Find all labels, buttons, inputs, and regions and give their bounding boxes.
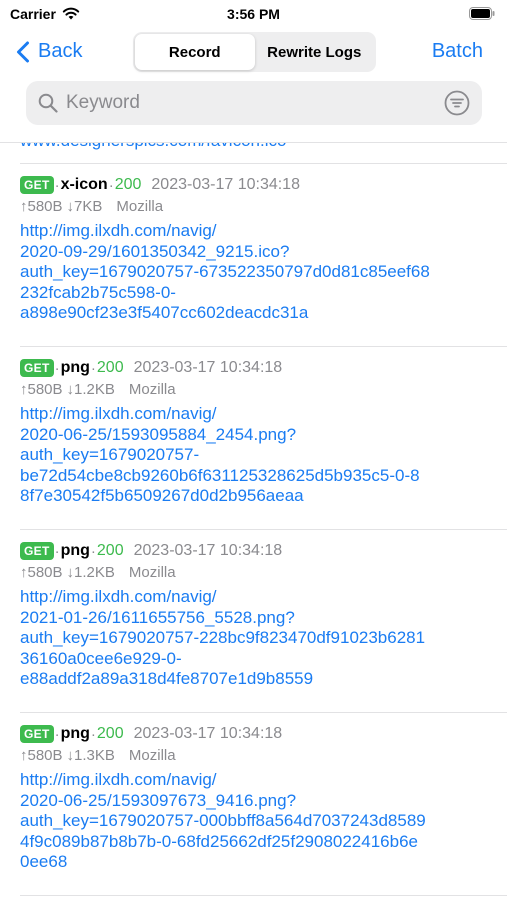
record-time: 2023-03-17 10:34:18	[133, 359, 283, 376]
clock: 3:56 PM	[227, 6, 280, 22]
upload-size: ↑580B	[20, 747, 63, 764]
record-summary: GET · png · 200 2023-03-17 10:34:18	[20, 723, 282, 745]
record-type: png	[60, 725, 90, 742]
download-size: ↓1.2KB	[66, 564, 115, 581]
separator: ·	[90, 542, 96, 560]
separator: ·	[54, 176, 60, 194]
upload-size: ↑580B	[20, 198, 63, 215]
status-code: 200	[96, 542, 124, 559]
chevron-left-icon	[17, 41, 29, 62]
method-badge: GET	[20, 725, 54, 743]
url-line: 8f7e30542f5b6509267d0d2b956aeaa	[20, 486, 304, 505]
url-line: 232fcab2b75c598-0-	[20, 282, 176, 302]
row-divider	[20, 163, 507, 164]
record-summary: GET · png · 200 2023-03-17 10:34:18	[20, 357, 282, 379]
download-size: ↓7KB	[66, 198, 103, 215]
download-size: ↓1.3KB	[66, 747, 115, 764]
user-agent: Mozilla	[128, 564, 176, 581]
row-divider	[20, 529, 507, 530]
filter-icon[interactable]	[444, 90, 470, 116]
back-label: Back	[38, 40, 83, 62]
record-meta: ↑580B ↓1.3KB Mozilla	[20, 747, 180, 764]
search-bar	[26, 81, 482, 125]
url-line: 2021-01-26/1611655756_5528.png?	[20, 607, 295, 627]
separator: ·	[54, 725, 60, 743]
tab-record[interactable]: Record	[135, 34, 255, 70]
row-divider	[20, 712, 507, 713]
url-line: 4f9c089b87b8b7b-0-68fd25662df25f29080224…	[20, 831, 418, 851]
record-meta: ↑580B ↓7KB Mozilla	[20, 198, 167, 215]
url-line: http://img.ilxdh.com/navig/	[20, 221, 217, 240]
record-type: png	[60, 542, 90, 559]
record-meta: ↑580B ↓1.2KB Mozilla	[20, 564, 180, 581]
record-time: 2023-03-17 10:34:18	[133, 725, 283, 742]
record-meta: ↑580B ↓1.2KB Mozilla	[20, 381, 180, 398]
record-url[interactable]: http://img.ilxdh.com/navig/ 2020-06-25/1…	[20, 770, 500, 873]
url-line: e88addf2a89a318d4fe8707e1d9b8559	[20, 669, 314, 688]
user-agent: Mozilla	[128, 381, 176, 398]
record-url[interactable]: http://img.ilxdh.com/navig/ 2020-06-25/1…	[20, 404, 500, 507]
separator: ·	[54, 359, 60, 377]
url-line: auth_key=1679020757-000bbff8a564d7037243…	[20, 811, 426, 830]
url-line: be72d54cbe8cb9260b6f631125328625d5b935c5…	[20, 465, 420, 485]
partial-url[interactable]: www.designerspics.com/favicon.ico	[20, 143, 286, 151]
upload-size: ↑580B	[20, 381, 63, 398]
download-size: ↓1.2KB	[66, 381, 115, 398]
method-badge: GET	[20, 359, 54, 377]
url-line: http://img.ilxdh.com/navig/	[20, 770, 217, 789]
record-summary: GET · x-icon · 200 2023-03-17 10:34:18	[20, 174, 300, 196]
record-time: 2023-03-17 10:34:18	[151, 176, 300, 193]
record-url[interactable]: http://img.ilxdh.com/navig/ 2021-01-26/1…	[20, 587, 500, 690]
row-divider	[20, 895, 507, 896]
url-line: 0ee68	[20, 852, 68, 871]
record-time: 2023-03-17 10:34:18	[133, 542, 283, 559]
row-divider	[20, 346, 507, 347]
user-agent: Mozilla	[128, 747, 176, 764]
segmented-control: Record Rewrite Logs	[133, 32, 376, 72]
back-button[interactable]: Back	[16, 40, 82, 63]
url-line: auth_key=1679020757-	[20, 445, 200, 464]
url-line: 2020-06-25/1593095884_2454.png?	[20, 424, 297, 444]
separator: ·	[108, 176, 114, 194]
status-code: 200	[114, 176, 142, 193]
status-code: 200	[96, 725, 124, 742]
record-type: png	[60, 359, 90, 376]
url-line: a898e90cf23e3f5407cc602deacdc31a	[20, 303, 309, 322]
method-badge: GET	[20, 542, 54, 560]
request-list[interactable]: www.designerspics.com/favicon.ico GET · …	[0, 143, 507, 900]
url-line: 2020-09-29/1601350342_9215.ico?	[20, 241, 290, 261]
separator: ·	[54, 542, 60, 560]
batch-button[interactable]: Batch	[432, 40, 483, 63]
record-url[interactable]: http://img.ilxdh.com/navig/ 2020-09-29/1…	[20, 221, 500, 324]
status-code: 200	[96, 359, 124, 376]
battery-icon	[469, 7, 495, 20]
nav-bar: Back Record Rewrite Logs Batch	[0, 28, 507, 78]
separator: ·	[90, 359, 96, 377]
url-line: 36160a0cee6e929-0-	[20, 648, 182, 668]
search-input[interactable]	[66, 92, 444, 114]
url-line: http://img.ilxdh.com/navig/	[20, 404, 217, 423]
method-badge: GET	[20, 176, 54, 194]
url-line: http://img.ilxdh.com/navig/	[20, 587, 217, 606]
url-line: auth_key=1679020757-228bc9f823470df91023…	[20, 628, 426, 647]
url-line: auth_key=1679020757-673522350797d0d81c85…	[20, 262, 430, 281]
search-icon	[38, 93, 58, 113]
user-agent: Mozilla	[116, 198, 164, 215]
upload-size: ↑580B	[20, 564, 63, 581]
tab-rewrite-logs[interactable]: Rewrite Logs	[255, 34, 375, 70]
record-type: x-icon	[60, 176, 108, 193]
url-line: 2020-06-25/1593097673_9416.png?	[20, 790, 297, 810]
record-summary: GET · png · 200 2023-03-17 10:34:18	[20, 540, 282, 562]
status-bar: Carrier 3:56 PM	[0, 0, 507, 28]
separator: ·	[90, 725, 96, 743]
